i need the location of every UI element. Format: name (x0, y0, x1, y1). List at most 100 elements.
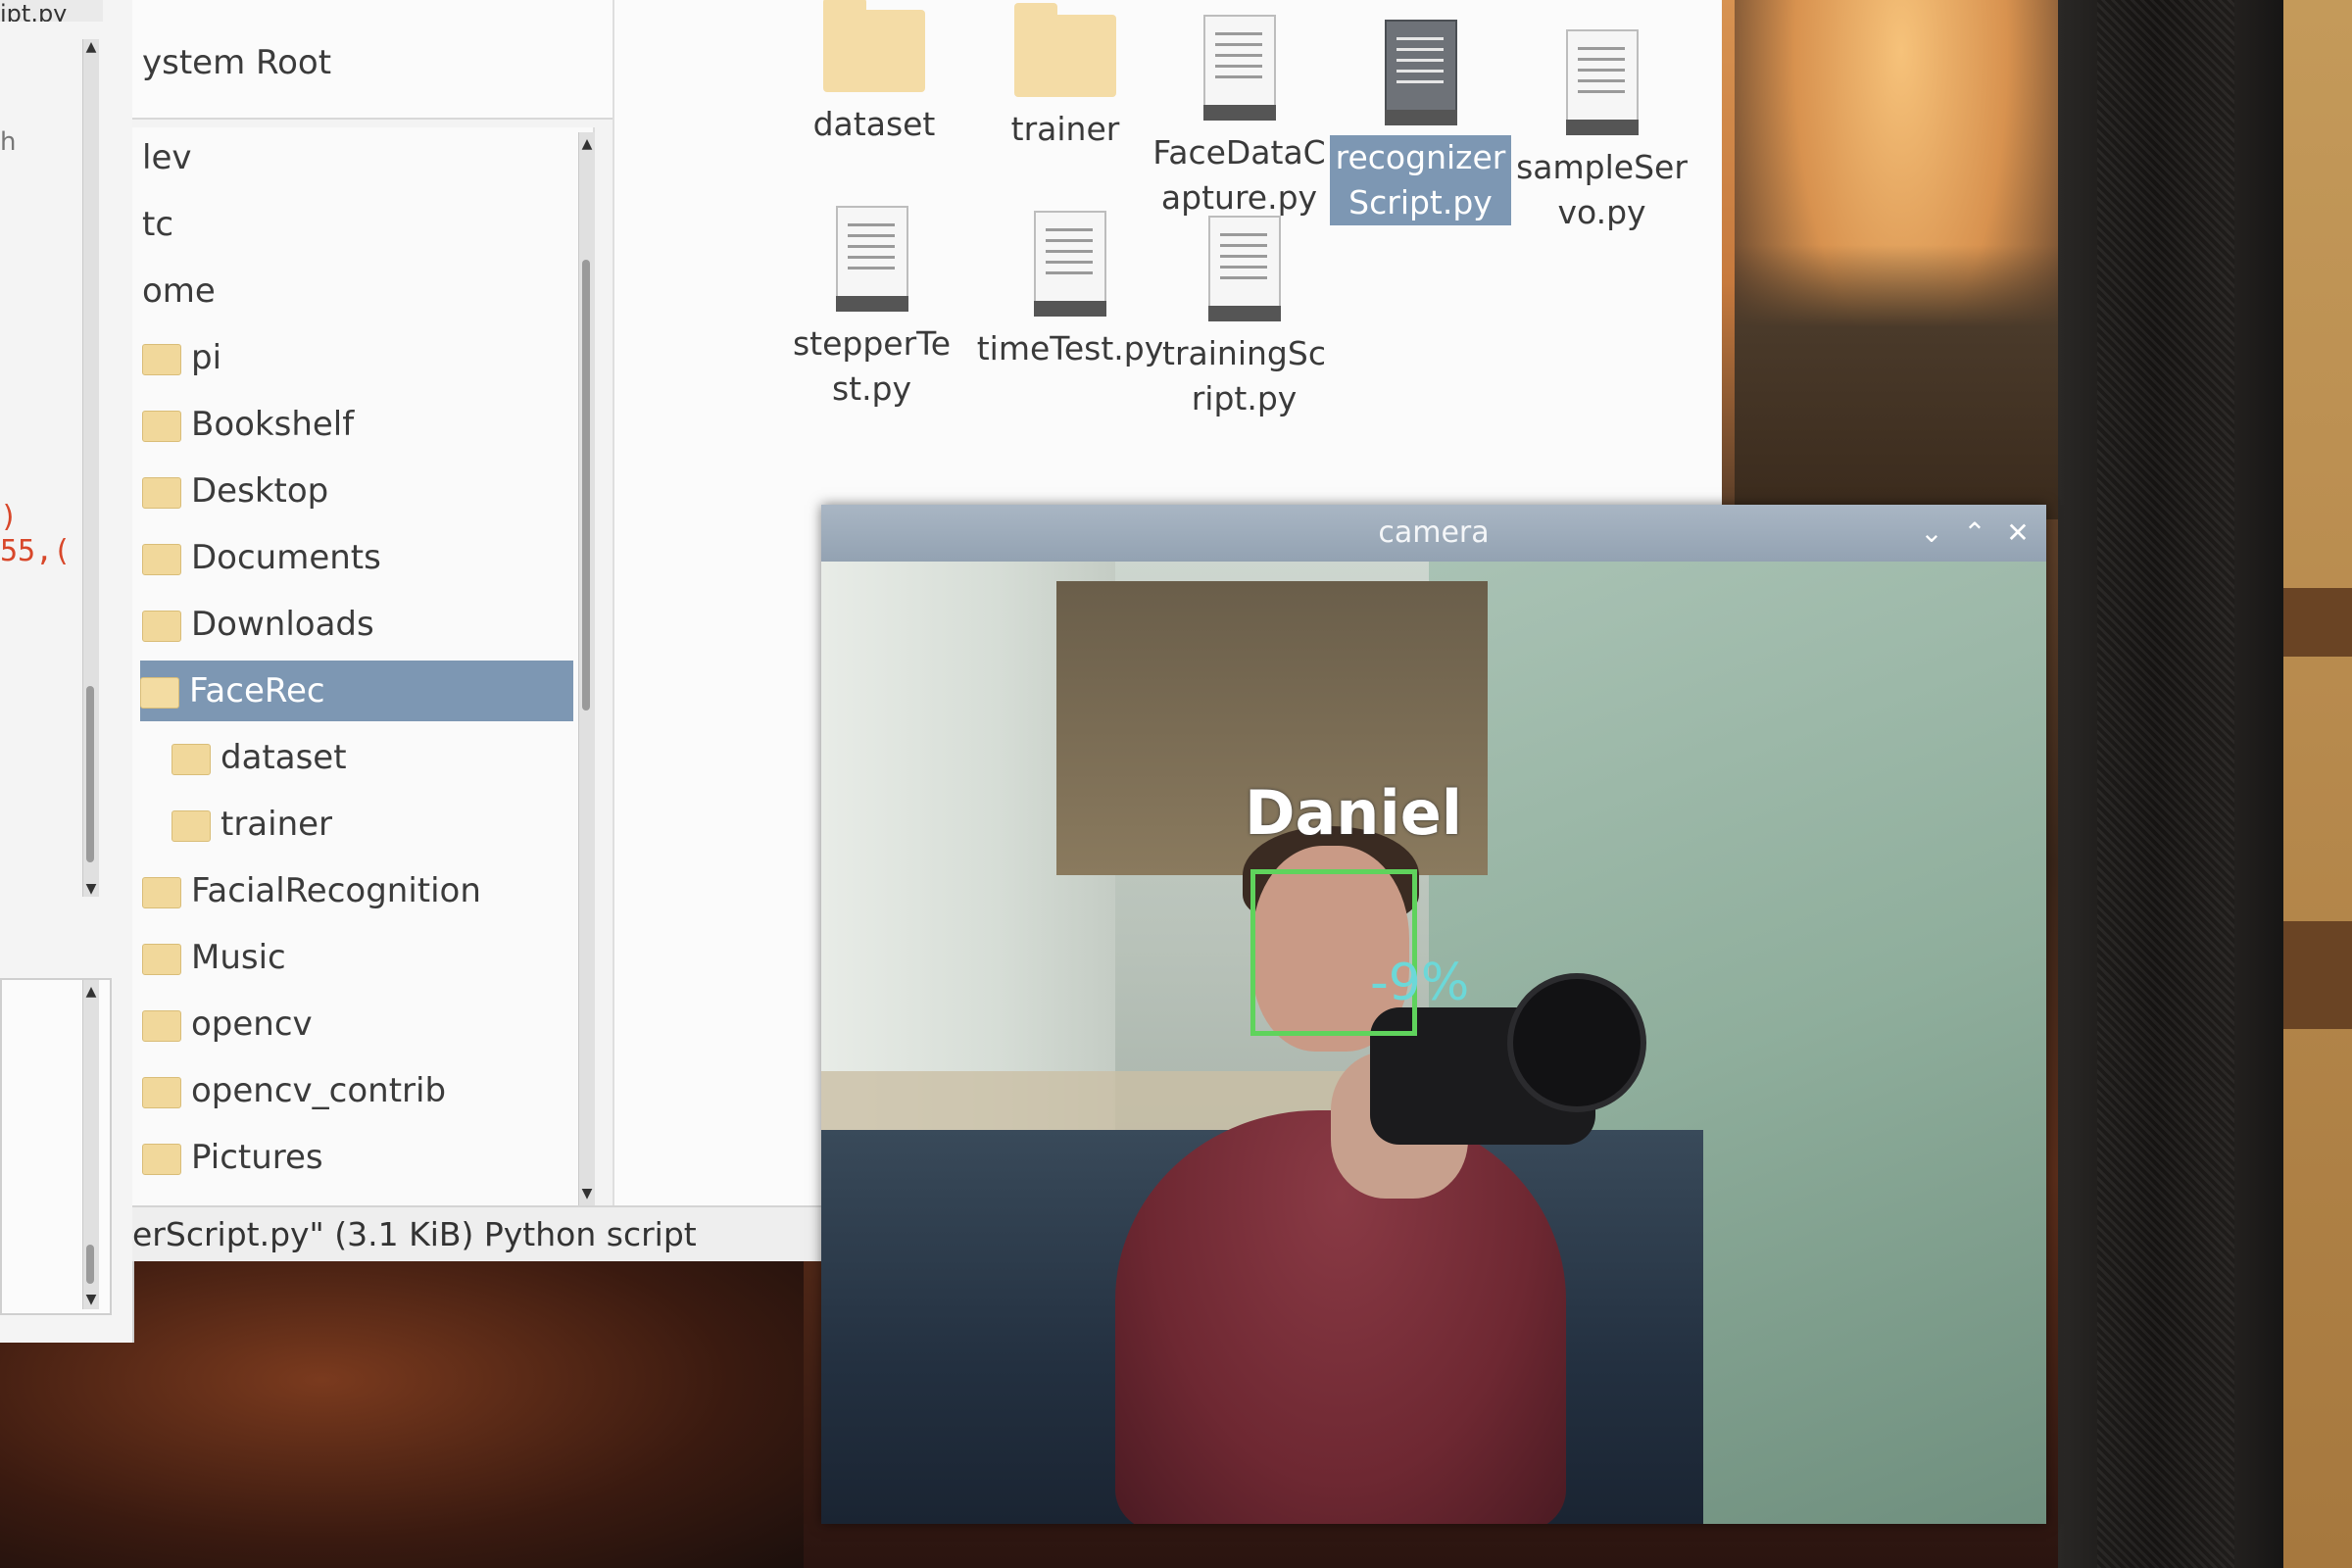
tree-item-label: Desktop (191, 471, 329, 511)
python-file-icon (1207, 216, 1281, 321)
file-trainer[interactable]: trainer (972, 3, 1158, 152)
music-folder-icon (142, 943, 181, 975)
file-timetest[interactable]: timeTest.py (972, 211, 1168, 371)
pictures-folder-icon (142, 1143, 181, 1175)
editor-shell-panel: ▲ ▼ (0, 978, 112, 1315)
tree-item-label: FacialRecognition (191, 871, 481, 910)
file-label: recognizerScript.py (1330, 135, 1511, 225)
tree-item-pictures[interactable]: Pictures (142, 1127, 323, 1188)
folder-icon (140, 676, 179, 709)
tree-item-label: FaceRec (189, 671, 325, 710)
folder-icon (823, 0, 925, 92)
downloads-folder-icon (142, 610, 181, 642)
tree-item-label: Documents (191, 538, 381, 577)
code-editor-window: ipt.py h ) 55,( ▲ ▼ ▲ ▼ (0, 0, 134, 1343)
folder-icon (142, 876, 181, 908)
tree-item-facialrecognition[interactable]: FacialRecognition (142, 860, 481, 921)
file-recognizerscript[interactable]: recognizerScript.py (1330, 20, 1511, 225)
tree-item-label: Pictures (191, 1138, 323, 1177)
tree-item-label: Music (191, 938, 286, 977)
documents-folder-icon (142, 543, 181, 575)
file-label: stepperTest.py (792, 324, 952, 408)
directory-tree: lev tc ome pi Bookshelf Desktop Documents Downl… (132, 127, 595, 1205)
file-steppertest[interactable]: stepperTest.py (781, 206, 962, 412)
wallpaper-treeline (1735, 245, 2068, 519)
file-label: FaceDataCapture.py (1152, 133, 1326, 217)
tree-scrollbar[interactable]: ▲ ▼ (578, 132, 595, 1205)
tree-item-pi[interactable]: pi (142, 327, 221, 388)
close-icon[interactable]: ✕ (1999, 514, 2036, 552)
window-title: camera (1378, 515, 1490, 550)
tree-item-dataset[interactable]: dataset (172, 727, 347, 788)
python-file-icon (1034, 211, 1106, 317)
status-text: erScript.py" (3.1 KiB) Python script (132, 1215, 697, 1253)
scroll-up-icon[interactable]: ▲ (579, 136, 595, 152)
camera-feed: Daniel -9% (821, 562, 2046, 1524)
scroll-thumb[interactable] (582, 260, 590, 710)
python-file-icon (1384, 20, 1457, 125)
tree-item-ome[interactable]: ome (142, 261, 216, 321)
editor-tab[interactable]: ipt.py (0, 0, 103, 22)
camera-titlebar[interactable]: camera ⌄ ⌃ ✕ (821, 505, 2046, 562)
folder-icon (142, 343, 181, 375)
tree-item-bookshelf[interactable]: Bookshelf (142, 394, 354, 455)
editor-scrollbar[interactable]: ▲ ▼ (82, 39, 99, 897)
python-file-icon (1202, 15, 1276, 121)
scroll-thumb[interactable] (86, 686, 94, 862)
camera-window: camera ⌄ ⌃ ✕ Daniel -9% (821, 505, 2046, 1524)
sidebar-item-system-root[interactable]: ystem Root (142, 32, 331, 93)
tree-item-lev[interactable]: lev (142, 127, 192, 188)
minimize-icon[interactable]: ⌄ (1913, 514, 1950, 552)
editor-code-lines: ) 55,( (0, 500, 71, 568)
folder-icon (142, 1009, 181, 1042)
python-file-icon (1565, 29, 1639, 135)
face-label-name: Daniel (1245, 777, 1462, 849)
scroll-thumb[interactable] (86, 1245, 94, 1284)
tree-item-music[interactable]: Music (142, 927, 286, 988)
scroll-up-icon[interactable]: ▲ (83, 984, 99, 1000)
tree-item-tc[interactable]: tc (142, 194, 173, 255)
places-panel: ystem Root (132, 0, 612, 120)
tree-item-label: Downloads (191, 605, 374, 644)
file-label: trainer (1010, 110, 1120, 148)
code-line: 55,( (0, 534, 72, 568)
room-wall (2283, 0, 2352, 1568)
tree-item-label: opencv_contrib (191, 1071, 447, 1110)
tree-item-downloads[interactable]: Downloads (142, 594, 374, 655)
file-trainingscript[interactable]: trainingScript.py (1153, 216, 1335, 421)
tree-item-documents[interactable]: Documents (142, 527, 381, 588)
folder-icon (142, 410, 181, 442)
file-sampleservo[interactable]: sampleServo.py (1511, 29, 1692, 235)
tree-item-label: lev (142, 138, 192, 177)
tree-item-opencv[interactable]: opencv (142, 994, 313, 1054)
shell-scrollbar[interactable]: ▲ ▼ (82, 980, 99, 1309)
tree-item-label: dataset (220, 738, 347, 777)
tree-item-trainer[interactable]: trainer (172, 794, 332, 855)
file-label: sampleServo.py (1516, 148, 1688, 231)
tree-item-public[interactable]: Public (142, 1194, 290, 1205)
monitor-bezel-texture (2097, 0, 2234, 1568)
python-file-icon (835, 206, 908, 312)
fm-sidebar: ystem Root lev tc ome pi Bookshelf Desktop Doc… (132, 0, 612, 1205)
file-facedatacapture[interactable]: FaceDataCapture.py (1149, 15, 1330, 220)
face-confidence: -9% (1370, 954, 1470, 1012)
scroll-down-icon[interactable]: ▼ (83, 1292, 99, 1307)
tree-item-label: trainer (220, 805, 333, 844)
file-label: timeTest.py (976, 329, 1164, 368)
maximize-icon[interactable]: ⌃ (1956, 514, 1993, 552)
folder-icon (172, 743, 211, 775)
file-dataset[interactable]: dataset (781, 0, 967, 147)
tree-item-opencv-contrib[interactable]: opencv_contrib (142, 1060, 446, 1121)
tree-item-facerec[interactable]: FaceRec (140, 661, 573, 721)
scroll-down-icon[interactable]: ▼ (83, 881, 99, 897)
desktop-folder-icon (142, 476, 181, 509)
tree-item-label: ome (142, 271, 216, 311)
sidebar-item-label: ystem Root (142, 43, 332, 82)
scroll-down-icon[interactable]: ▼ (579, 1186, 595, 1201)
editor-text: h (0, 127, 17, 157)
folder-icon (172, 809, 211, 842)
scroll-up-icon[interactable]: ▲ (83, 39, 99, 55)
folder-icon (142, 1076, 181, 1108)
tree-item-desktop[interactable]: Desktop (142, 461, 328, 521)
tree-item-label: opencv (191, 1004, 313, 1044)
